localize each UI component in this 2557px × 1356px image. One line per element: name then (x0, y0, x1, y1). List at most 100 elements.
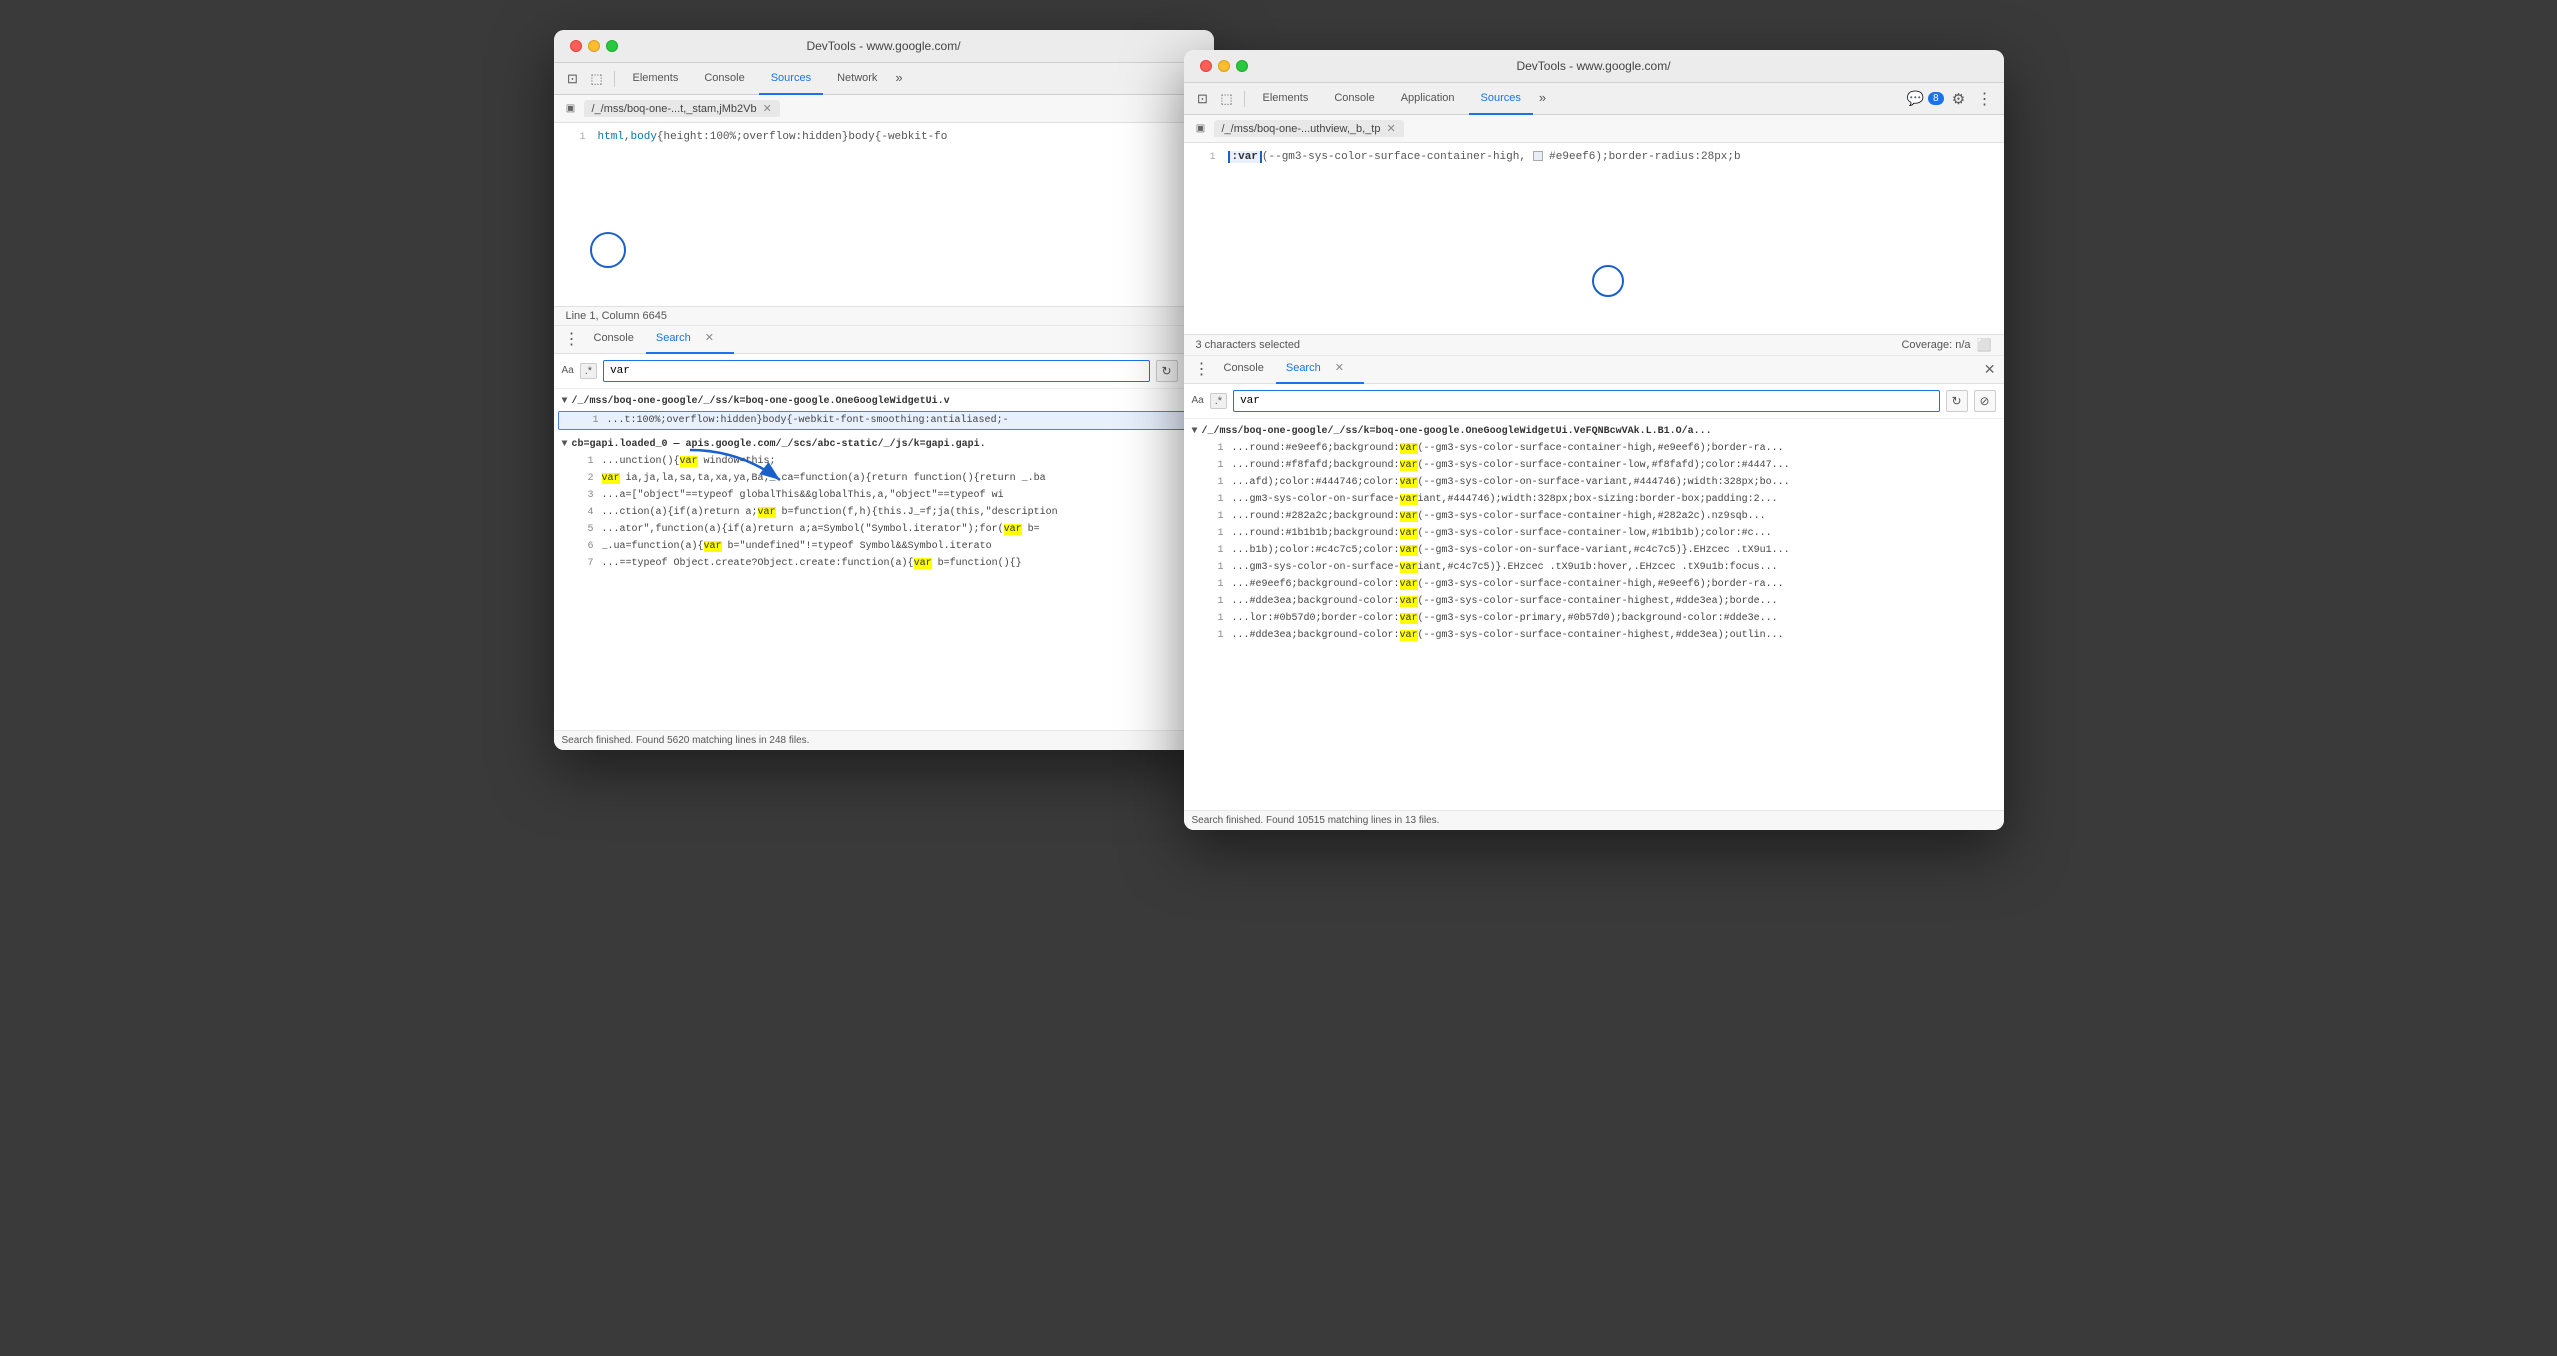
search-input-right[interactable] (1233, 390, 1939, 412)
minimize-button-right[interactable] (1218, 60, 1230, 72)
chat-icon-right[interactable]: 💬 (1907, 90, 1924, 107)
result-file-1-name-right: /_/mss/boq-one-google/_/ss/k=boq-one-goo… (1202, 426, 1712, 437)
search-area-right: Aa .* ↻ ⊘ (1184, 384, 2004, 419)
search-area-left: Aa .* ↻ ⊘ (554, 354, 1214, 389)
search-input-left[interactable] (603, 360, 1149, 382)
result-row-f2-6-left[interactable]: 6 _.ua=function(a){var b="undefined"!=ty… (554, 538, 1214, 555)
result-row-r4[interactable]: 1 ...gm3-sys-color-on-surface-variant,#4… (1184, 491, 2004, 508)
toolbar-left: ⊡ ⬚ Elements Console Sources Network » (554, 63, 1214, 95)
window-title-right: DevTools - www.google.com/ (1516, 59, 1670, 73)
notification-badge-right: 8 (1928, 92, 1944, 105)
search-results-left[interactable]: ▼ /_/mss/boq-one-google/_/ss/k=boq-one-g… (554, 389, 1214, 731)
tab-application-right[interactable]: Application (1389, 83, 1467, 115)
result-row-1-left[interactable]: 1 ...t:100%;overflow:hidden}body{-webkit… (558, 411, 1210, 430)
file-tab-name-left: /_/mss/boq-one-...t,_stam,jMb2Vb (592, 103, 757, 115)
sidebar-toggle-icon-right[interactable]: ▣ (1192, 120, 1210, 138)
inspect-icon[interactable]: ⊡ (562, 68, 584, 90)
panel-close-right[interactable]: ✕ (1984, 361, 1996, 378)
file-tab-bar-left: ▣ /_/mss/boq-one-...t,_stam,jMb2Vb ✕ (554, 95, 1214, 123)
result-row-f2-4-left[interactable]: 4 ...ction(a){if(a)return a;var b=functi… (554, 504, 1214, 521)
result-row-f2-7-left[interactable]: 7 ...==typeof Object.create?Object.creat… (554, 555, 1214, 572)
tab-elements-right[interactable]: Elements (1251, 83, 1321, 115)
panel-tab-search-close-right[interactable]: ✕ (1325, 358, 1354, 379)
more-options-icon-right[interactable]: ⋮ (1974, 88, 1996, 110)
search-aa-left[interactable]: Aa (562, 365, 574, 376)
result-row-r9[interactable]: 1 ...#e9eef6;background-color:var(--gm3-… (1184, 576, 2004, 593)
status-bar-left: Line 1, Column 6645 (554, 307, 1214, 326)
result-row-r10[interactable]: 1 ...#dde3ea;background-color:var(--gm3-… (1184, 593, 2004, 610)
result-row-r3[interactable]: 1 ...afd);color:#444746;color:var(--gm3-… (1184, 474, 2004, 491)
file-tab-close-right[interactable]: ✕ (1386, 122, 1395, 135)
status-bar-right: 3 characters selected Coverage: n/a ⬜ (1184, 335, 2004, 356)
search-aa-right[interactable]: Aa (1192, 395, 1204, 406)
result-row-f2-5-left[interactable]: 5 ...ator",function(a){if(a)return a;a=S… (554, 521, 1214, 538)
result-row-f2-3-left[interactable]: 3 ...a=["object"==typeof globalThis&&glo… (554, 487, 1214, 504)
code-content-1-right: :var(--gm3-sys-color-surface-container-h… (1228, 151, 1741, 163)
result-row-f2-2-left[interactable]: 2 var ia,ja,la,sa,ta,xa,ya,Ba;_.ca=funct… (554, 470, 1214, 487)
fullscreen-button-left[interactable] (606, 40, 618, 52)
tab-elements-left[interactable]: Elements (621, 63, 691, 95)
tab-sources-right[interactable]: Sources (1469, 83, 1533, 115)
file-tab-right[interactable]: /_/mss/boq-one-...uthview,_b,_tp ✕ (1214, 120, 1404, 137)
panel-tabs-left: ⋮ Console Search ✕ (554, 326, 1214, 354)
panel-tab-console-right[interactable]: Console (1214, 359, 1274, 379)
device-icon-right[interactable]: ⬚ (1216, 88, 1238, 110)
result-row-r2[interactable]: 1 ...round:#f8fafd;background:var(--gm3-… (1184, 457, 2004, 474)
tab-more-left[interactable]: » (891, 63, 906, 95)
search-refresh-right[interactable]: ↻ (1946, 390, 1968, 412)
search-clear-right[interactable]: ⊘ (1974, 390, 1996, 412)
search-regex-right[interactable]: .* (1210, 393, 1227, 409)
result-row-r7[interactable]: 1 ...b1b);color:#c4c7c5;color:var(--gm3-… (1184, 542, 2004, 559)
tab-console-right[interactable]: Console (1322, 83, 1386, 115)
sidebar-toggle-icon-left[interactable]: ▣ (562, 100, 580, 118)
settings-icon-right[interactable]: ⚙ (1948, 88, 1970, 110)
toolbar-right: ⊡ ⬚ Elements Console Application Sources… (1184, 83, 2004, 115)
close-button-left[interactable] (570, 40, 582, 52)
traffic-lights-left (570, 40, 618, 52)
file-tab-left[interactable]: /_/mss/boq-one-...t,_stam,jMb2Vb ✕ (584, 100, 780, 117)
inspect-icon-right[interactable]: ⊡ (1192, 88, 1214, 110)
code-area-left: 1 html,body{height:100%;overflow:hidden}… (554, 123, 1214, 307)
search-results-right[interactable]: ▼ /_/mss/boq-one-google/_/ss/k=boq-one-g… (1184, 419, 2004, 811)
toolbar-separator (614, 71, 615, 87)
panel-tab-search-right[interactable]: Search ✕ (1276, 355, 1364, 384)
devtools-window-right: DevTools - www.google.com/ ⊡ ⬚ Elements … (1184, 50, 2004, 830)
panel-tab-console-left[interactable]: Console (584, 329, 644, 349)
tab-console-left[interactable]: Console (692, 63, 756, 95)
coverage-icon-right[interactable]: ⬜ (1977, 338, 1992, 352)
result-row-r12[interactable]: 1 ...#dde3ea;background-color:var(--gm3-… (1184, 627, 2004, 644)
toolbar-right-icons: 💬 8 ⚙ ⋮ (1907, 88, 1996, 110)
close-button-right[interactable] (1200, 60, 1212, 72)
search-footer-left: Search finished. Found 5620 matching lin… (554, 730, 1214, 750)
result-row-r11[interactable]: 1 ...lor:#0b57d0;border-color:var(--gm3-… (1184, 610, 2004, 627)
device-icon[interactable]: ⬚ (586, 68, 608, 90)
fullscreen-button-right[interactable] (1236, 60, 1248, 72)
tab-more-right[interactable]: » (1535, 83, 1550, 115)
panel-menu-right[interactable]: ⋮ (1192, 359, 1212, 379)
minimize-button-left[interactable] (588, 40, 600, 52)
cursor-position-left: Line 1, Column 6645 (566, 310, 668, 322)
result-file-2-left[interactable]: ▼ cb=gapi.loaded_0 — apis.google.com/_/s… (554, 436, 1214, 453)
panel-tab-search-close-left[interactable]: ✕ (695, 328, 724, 349)
result-row-r8[interactable]: 1 ...gm3-sys-color-on-surface-variant,#c… (1184, 559, 2004, 576)
result-row-r5[interactable]: 1 ...round:#282a2c;background:var(--gm3-… (1184, 508, 2004, 525)
tab-network-left[interactable]: Network (825, 63, 889, 95)
code-content-1-left: html,body{height:100%;overflow:hidden}bo… (598, 131, 948, 143)
panel-menu-left[interactable]: ⋮ (562, 329, 582, 349)
traffic-lights-right (1200, 60, 1248, 72)
result-row-f2-1-left[interactable]: 1 ...unction(){var window=this; (554, 453, 1214, 470)
result-row-r6[interactable]: 1 ...round:#1b1b1b;background:var(--gm3-… (1184, 525, 2004, 542)
panel-tab-search-left[interactable]: Search ✕ (646, 325, 734, 354)
code-line-1-right: 1 :var(--gm3-sys-color-surface-container… (1184, 151, 2004, 163)
result-row-r1[interactable]: 1 ...round:#e9eef6;background:var(--gm3-… (1184, 440, 2004, 457)
result-file-1-name-left: /_/mss/boq-one-google/_/ss/k=boq-one-goo… (572, 396, 950, 407)
search-refresh-left[interactable]: ↻ (1156, 360, 1178, 382)
window-title-left: DevTools - www.google.com/ (806, 39, 960, 53)
file-tab-close-left[interactable]: ✕ (763, 102, 772, 115)
search-regex-left[interactable]: .* (580, 363, 597, 379)
result-file-1-right[interactable]: ▼ /_/mss/boq-one-google/_/ss/k=boq-one-g… (1184, 423, 2004, 440)
result-file-1-left[interactable]: ▼ /_/mss/boq-one-google/_/ss/k=boq-one-g… (554, 393, 1214, 410)
title-bar-right: DevTools - www.google.com/ (1184, 50, 2004, 83)
tab-sources-left[interactable]: Sources (759, 63, 823, 95)
result-file-2-name-left: cb=gapi.loaded_0 — apis.google.com/_/scs… (572, 439, 986, 450)
